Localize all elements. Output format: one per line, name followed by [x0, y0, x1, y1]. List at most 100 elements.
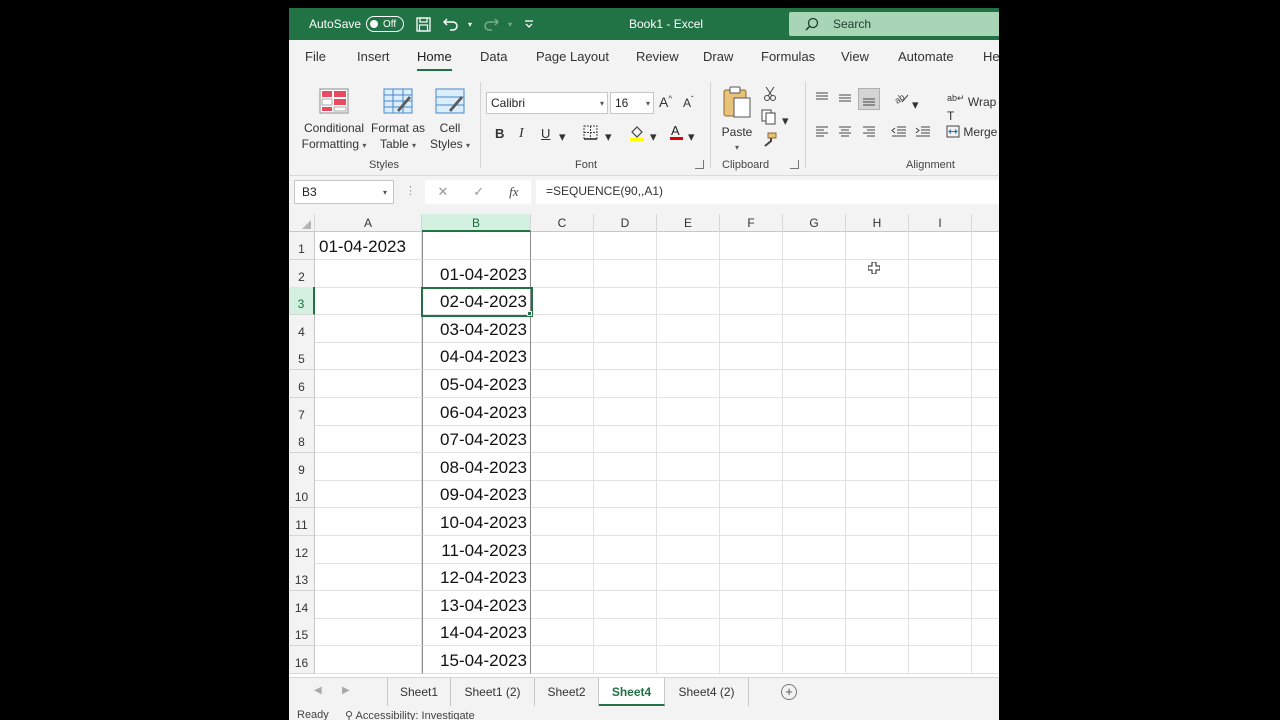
grid-cell[interactable] — [657, 452, 720, 481]
orientation-icon[interactable]: ab — [893, 91, 909, 108]
grid-cell[interactable] — [657, 563, 720, 592]
grid-cell[interactable] — [594, 563, 657, 592]
row-header[interactable]: 14 — [289, 590, 315, 619]
fill-handle[interactable] — [527, 311, 532, 316]
cancel-icon[interactable]: ✕ — [437, 184, 448, 200]
grid-cell[interactable]: 01-04-2023 — [315, 232, 422, 260]
underline-dropdown-icon[interactable]: ▾ — [559, 129, 566, 145]
grid-cell[interactable] — [594, 452, 657, 481]
grid-cell[interactable] — [657, 397, 720, 426]
grid-cell[interactable] — [422, 232, 531, 260]
grid-cell[interactable] — [531, 425, 594, 454]
grid-cell[interactable]: 15-04-2023 — [422, 646, 531, 674]
grid-cell[interactable] — [594, 590, 657, 619]
cell-grid[interactable]: 1 01-04-2023 2 01-04-2023 3 02-04-2023 4 03-04-… — [289, 232, 999, 677]
grid-cell[interactable] — [315, 535, 422, 564]
grid-cell[interactable] — [972, 508, 999, 536]
grid-cell[interactable] — [783, 287, 846, 316]
grid-cell[interactable]: 07-04-2023 — [422, 425, 531, 454]
grid-cell[interactable] — [783, 618, 846, 647]
grid-cell[interactable] — [594, 314, 657, 343]
column-header-d[interactable]: D — [594, 214, 657, 232]
grid-cell[interactable] — [531, 314, 594, 343]
column-header-h[interactable]: H — [846, 214, 909, 232]
align-right-icon[interactable] — [862, 126, 876, 141]
undo-dropdown-icon[interactable]: ▾ — [461, 8, 479, 40]
grid-cell[interactable] — [315, 342, 422, 371]
orientation-dropdown-icon[interactable]: ▾ — [912, 97, 919, 113]
grid-cell[interactable] — [657, 425, 720, 454]
grid-cell[interactable] — [909, 480, 972, 509]
italic-button[interactable]: I — [519, 126, 524, 142]
tab-review[interactable]: Review — [636, 49, 679, 64]
grid-cell[interactable] — [720, 452, 783, 481]
grid-cell[interactable] — [657, 259, 720, 288]
tab-help[interactable]: He — [983, 49, 999, 64]
grid-cell[interactable] — [720, 590, 783, 619]
redo-icon[interactable] — [482, 8, 500, 40]
grid-cell[interactable] — [909, 590, 972, 619]
grid-cell[interactable] — [972, 453, 999, 481]
align-left-icon[interactable] — [815, 126, 829, 141]
row-header[interactable]: 12 — [289, 535, 315, 564]
grid-cell[interactable] — [315, 370, 422, 398]
align-center-icon[interactable] — [838, 126, 852, 141]
grid-cell[interactable] — [315, 259, 422, 288]
grid-cell[interactable] — [972, 287, 999, 316]
grid-cell[interactable] — [909, 287, 972, 316]
grid-cell[interactable] — [846, 452, 909, 481]
grid-cell[interactable] — [531, 370, 594, 398]
grid-cell[interactable] — [972, 398, 999, 426]
font-color-dropdown-icon[interactable]: ▾ — [688, 129, 695, 145]
grid-cell[interactable] — [972, 260, 999, 288]
row-header[interactable]: 9 — [289, 452, 315, 481]
row-header[interactable]: 1 — [289, 232, 315, 260]
search-box[interactable]: Search — [789, 12, 999, 36]
grid-cell[interactable] — [846, 590, 909, 619]
grid-cell[interactable] — [720, 618, 783, 647]
merge-center-button[interactable]: Merge — [946, 125, 997, 139]
grid-cell[interactable] — [720, 563, 783, 592]
grid-cell[interactable] — [972, 425, 999, 454]
grid-cell[interactable] — [720, 314, 783, 343]
grid-cell[interactable] — [783, 425, 846, 454]
paste-button[interactable]: Paste ▾ — [719, 86, 755, 156]
grid-cell[interactable] — [846, 314, 909, 343]
sheet-tab-sheet2[interactable]: Sheet2 — [535, 678, 599, 706]
grid-cell[interactable] — [594, 508, 657, 536]
row-header[interactable]: 8 — [289, 425, 315, 454]
grid-cell[interactable] — [909, 508, 972, 536]
grid-cell[interactable] — [594, 480, 657, 509]
grid-cell[interactable] — [657, 232, 720, 260]
decrease-font-size-icon[interactable]: Aˇ — [683, 95, 694, 110]
grid-cell[interactable]: 03-04-2023 — [422, 314, 531, 343]
font-name-select[interactable]: Calibri ▾ — [486, 92, 608, 114]
column-header-a[interactable]: A — [315, 214, 422, 232]
grid-cell[interactable]: 06-04-2023 — [422, 397, 531, 426]
grid-cell[interactable] — [657, 370, 720, 398]
grid-cell[interactable] — [315, 563, 422, 592]
column-header-c[interactable]: C — [531, 214, 594, 232]
redo-dropdown-icon[interactable]: ▾ — [501, 8, 519, 40]
column-header-j[interactable] — [972, 214, 999, 232]
grid-cell[interactable] — [783, 563, 846, 592]
grid-cell[interactable] — [594, 425, 657, 454]
column-header-b[interactable]: B — [422, 214, 531, 232]
grid-cell[interactable] — [657, 646, 720, 674]
grid-cell[interactable] — [594, 287, 657, 316]
grid-cell[interactable] — [846, 232, 909, 260]
sheet-tab-sheet1-2[interactable]: Sheet1 (2) — [451, 678, 535, 706]
grid-cell[interactable] — [531, 397, 594, 426]
grid-cell[interactable] — [846, 480, 909, 509]
grid-cell[interactable] — [315, 618, 422, 647]
row-header[interactable]: 5 — [289, 342, 315, 371]
grid-cell[interactable] — [972, 342, 999, 371]
row-header[interactable]: 3 — [289, 287, 315, 316]
grid-cell[interactable] — [657, 342, 720, 371]
tab-insert[interactable]: Insert — [357, 49, 390, 64]
grid-cell[interactable] — [531, 646, 594, 674]
save-icon[interactable] — [414, 8, 432, 40]
grid-cell[interactable] — [594, 370, 657, 398]
grid-cell[interactable]: 11-04-2023 — [422, 535, 531, 564]
bold-button[interactable]: B — [495, 126, 504, 141]
